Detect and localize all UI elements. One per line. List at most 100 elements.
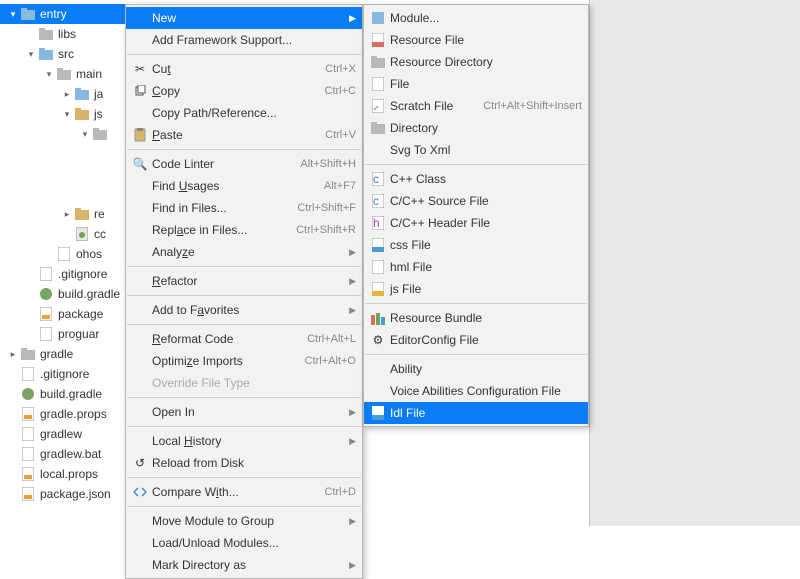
cut-icon: ✂ [130, 62, 150, 76]
menu-item-voice-abilities[interactable]: Voice Abilities Configuration File [364, 380, 588, 402]
tree-label: ja [94, 87, 103, 101]
menu-item-add-framework[interactable]: Add Framework Support... [126, 29, 362, 51]
menu-item-override-file-type[interactable]: Override File Type [126, 372, 362, 394]
folder-icon [368, 56, 388, 68]
gear-icon: ⚙ [368, 333, 388, 347]
menu-item-cpp-source[interactable]: cC/C++ Source File [364, 190, 588, 212]
js-icon [368, 282, 388, 296]
menu-item-idl-file[interactable]: Idl File [364, 402, 588, 424]
menu-item-cpp-header[interactable]: hC/C++ Header File [364, 212, 588, 234]
menu-item-js-file[interactable]: js File [364, 278, 588, 300]
file-icon [20, 486, 36, 502]
h-icon: h [368, 216, 388, 230]
menu-separator [127, 54, 361, 55]
menu-item-local-history[interactable]: Local History▶ [126, 430, 362, 452]
css-icon [368, 238, 388, 252]
menu-item-find-usages[interactable]: Find UsagesAlt+F7 [126, 175, 362, 197]
menu-item-optimize-imports[interactable]: Optimize ImportsCtrl+Alt+O [126, 350, 362, 372]
menu-separator [365, 303, 587, 304]
file-icon [38, 306, 54, 322]
tree-label: gradle [40, 347, 73, 361]
menu-item-file[interactable]: File [364, 73, 588, 95]
folder-icon [92, 126, 108, 142]
tree-label: libs [58, 27, 76, 41]
menu-item-move-module[interactable]: Move Module to Group▶ [126, 510, 362, 532]
menu-separator [127, 149, 361, 150]
menu-item-mark-directory[interactable]: Mark Directory as▶ [126, 554, 362, 576]
tree-label: ohos [76, 247, 102, 261]
paste-icon [130, 128, 150, 142]
menu-item-resource-file[interactable]: Resource File [364, 29, 588, 51]
tree-label: re [94, 207, 105, 221]
folder-icon [74, 206, 90, 222]
chevron-right-icon: ▸ [6, 349, 20, 360]
tree-label: src [58, 47, 74, 61]
file-icon [368, 260, 388, 274]
bundle-icon [368, 311, 388, 325]
menu-item-reformat[interactable]: Reformat CodeCtrl+Alt+L [126, 328, 362, 350]
menu-item-code-linter[interactable]: 🔍Code LinterAlt+Shift+H [126, 153, 362, 175]
menu-item-analyze[interactable]: Analyze▶ [126, 241, 362, 263]
svg-text:h: h [373, 216, 380, 230]
tree-label: local.props [40, 467, 98, 481]
menu-item-svg-xml[interactable]: Svg To Xml [364, 139, 588, 161]
menu-separator [365, 164, 587, 165]
gradle-icon [20, 386, 36, 402]
menu-item-compare[interactable]: Compare With...Ctrl+D [126, 481, 362, 503]
menu-item-module[interactable]: Module... [364, 7, 588, 29]
menu-item-find-in-files[interactable]: Find in Files...Ctrl+Shift+F [126, 197, 362, 219]
menu-item-css-file[interactable]: css File [364, 234, 588, 256]
menu-item-resource-bundle[interactable]: Resource Bundle [364, 307, 588, 329]
folder-icon [20, 6, 36, 22]
menu-item-copy[interactable]: CopyCtrl+C [126, 80, 362, 102]
chevron-down-icon: ▾ [6, 9, 20, 20]
submenu-arrow-icon: ▶ [349, 305, 356, 316]
folder-icon [368, 122, 388, 134]
menu-item-resource-dir[interactable]: Resource Directory [364, 51, 588, 73]
file-icon [20, 406, 36, 422]
menu-item-directory[interactable]: Directory [364, 117, 588, 139]
tree-label: build.gradle [40, 387, 102, 401]
folder-icon [20, 346, 36, 362]
menu-item-ability[interactable]: Ability [364, 358, 588, 380]
chevron-down-icon: ▾ [78, 129, 92, 140]
folder-icon [74, 106, 90, 122]
chevron-down-icon: ▾ [60, 109, 74, 120]
submenu-arrow-icon: ▶ [349, 247, 356, 258]
menu-item-paste[interactable]: PasteCtrl+V [126, 124, 362, 146]
tree-label: .gitignore [58, 267, 107, 281]
menu-item-open-in[interactable]: Open In▶ [126, 401, 362, 423]
menu-item-scratch-file[interactable]: Scratch FileCtrl+Alt+Shift+Insert [364, 95, 588, 117]
file-icon [38, 266, 54, 282]
menu-item-add-favorites[interactable]: Add to Favorites▶ [126, 299, 362, 321]
tree-label: entry [40, 7, 67, 21]
chevron-down-icon: ▾ [42, 69, 56, 80]
menu-item-cut[interactable]: ✂CutCtrl+X [126, 58, 362, 80]
menu-item-refactor[interactable]: Refactor▶ [126, 270, 362, 292]
tree-label: main [76, 67, 102, 81]
menu-item-editorconfig[interactable]: ⚙EditorConfig File [364, 329, 588, 351]
menu-item-reload[interactable]: ↺Reload from Disk [126, 452, 362, 474]
file-icon [38, 326, 54, 342]
menu-item-replace-in-files[interactable]: Replace in Files...Ctrl+Shift+R [126, 219, 362, 241]
folder-icon [74, 86, 90, 102]
compare-icon [130, 486, 150, 498]
file-icon [20, 366, 36, 382]
submenu-arrow-icon: ▶ [349, 276, 356, 287]
folder-icon [56, 66, 72, 82]
menu-item-copy-path[interactable]: Copy Path/Reference... [126, 102, 362, 124]
module-icon [368, 12, 388, 24]
menu-item-hml-file[interactable]: hml File [364, 256, 588, 278]
tree-label: proguar [58, 327, 99, 341]
submenu-arrow-icon: ▶ [349, 13, 356, 24]
file-icon [74, 226, 90, 242]
tree-label: gradlew.bat [40, 447, 101, 461]
svg-text:c: c [373, 172, 379, 186]
menu-item-load-unload[interactable]: Load/Unload Modules... [126, 532, 362, 554]
context-menu: New▶ Add Framework Support... ✂CutCtrl+X… [125, 4, 363, 579]
menu-item-cpp-class[interactable]: cC++ Class [364, 168, 588, 190]
menu-item-new[interactable]: New▶ [126, 7, 362, 29]
folder-icon [38, 46, 54, 62]
file-icon [368, 33, 388, 47]
menu-separator [127, 426, 361, 427]
